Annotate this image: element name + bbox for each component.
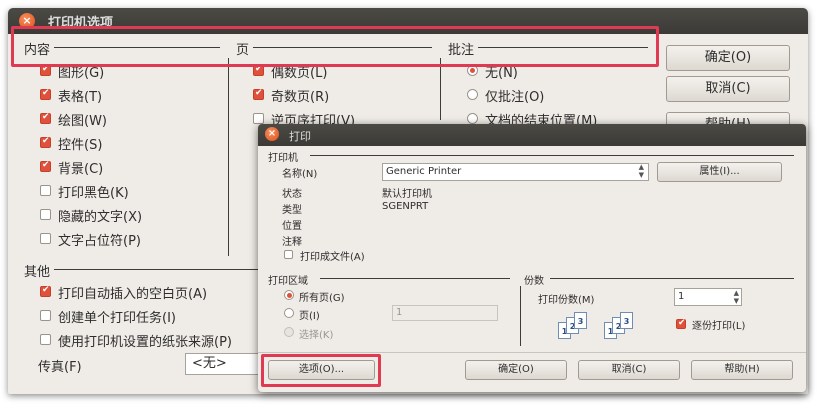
checkbox-collate[interactable]: 逐份打印(L): [676, 316, 766, 332]
close-icon[interactable]: ×: [265, 127, 279, 141]
column-divider: [228, 58, 229, 256]
separator: [258, 352, 806, 353]
checkbox-tables[interactable]: 表格(T): [40, 86, 220, 105]
checkbox-hidden-text[interactable]: 隐藏的文字(X): [40, 206, 220, 225]
comment-label: 注释: [282, 237, 302, 248]
type-label: 类型: [282, 205, 302, 216]
copies-label: 打印份数(M): [538, 295, 595, 306]
checkbox-print-black[interactable]: 打印黑色(K): [40, 182, 220, 201]
collate-pages-icon: 1 2 3: [604, 312, 644, 342]
spin-arrows-icon: ▲ ▼: [638, 163, 644, 179]
checkbox-auto-blank-pages[interactable]: 打印自动插入的空白页(A): [40, 283, 255, 302]
ok-button[interactable]: 确定(O): [666, 45, 790, 71]
help-button[interactable]: 帮助(H): [691, 360, 793, 380]
cancel-button[interactable]: 取消(C): [666, 76, 790, 102]
printer-rule: [310, 155, 794, 156]
copies-spinner[interactable]: 1 ▲ ▼: [674, 288, 742, 306]
location-label: 位置: [282, 221, 302, 232]
printer-name-select[interactable]: Generic Printer ▲ ▼: [382, 163, 649, 181]
radio-pages[interactable]: 页(I): [284, 306, 374, 322]
cancel-button[interactable]: 取消(C): [578, 360, 680, 380]
section-printer: 打印机: [268, 149, 301, 164]
properties-button[interactable]: 属性(I)...: [657, 162, 782, 182]
section-copies: 份数: [524, 272, 547, 287]
status-value: 默认打印机: [382, 189, 432, 200]
titlebar: × 打印: [258, 124, 806, 146]
spin-arrows-icon: ▲ ▼: [733, 289, 739, 305]
other-rule: [52, 269, 262, 270]
checkbox-text-placeholders[interactable]: 文字占位符(P): [40, 230, 220, 249]
checkbox-print-to-file[interactable]: 打印成文件(A): [284, 247, 404, 263]
highlight-box: [11, 26, 659, 67]
range-rule: [320, 278, 510, 279]
highlight-box: [261, 354, 381, 387]
checkbox-drawings[interactable]: 绘图(W): [40, 110, 220, 129]
dialog-title: 打印: [289, 130, 311, 143]
collate-pages-icon: 1 2 3: [558, 312, 598, 342]
column-divider: [440, 58, 441, 120]
print-dialog: × 打印 打印机 名称(N) Generic Printer ▲ ▼ 属性(I).…: [258, 124, 806, 392]
status-label: 状态: [282, 189, 302, 200]
radio-selection[interactable]: 选择(K): [284, 325, 374, 341]
checkbox-single-job[interactable]: 创建单个打印任务(I): [40, 307, 255, 326]
radio-notes-only[interactable]: 仅批注(O): [467, 86, 647, 105]
section-other: 其他: [24, 261, 55, 280]
checkbox-controls[interactable]: 控件(S): [40, 134, 220, 153]
copies-divider: [520, 286, 521, 346]
checkbox-odd-pages[interactable]: 奇数页(R): [253, 86, 423, 105]
section-print-range: 打印区域: [268, 272, 311, 287]
checkbox-background[interactable]: 背景(C): [40, 158, 220, 177]
pages-input[interactable]: 1: [392, 305, 498, 321]
radio-all-pages[interactable]: 所有页(G): [284, 288, 374, 304]
checkbox-paper-tray[interactable]: 使用打印机设置的纸张来源(P): [40, 331, 255, 350]
fax-select[interactable]: <无>: [185, 353, 265, 375]
ok-button[interactable]: 确定(O): [465, 360, 567, 380]
copies-rule: [550, 278, 794, 279]
type-value: SGENPRT: [382, 201, 429, 212]
fax-label: 传真(F): [38, 360, 82, 375]
name-label: 名称(N): [282, 169, 318, 180]
